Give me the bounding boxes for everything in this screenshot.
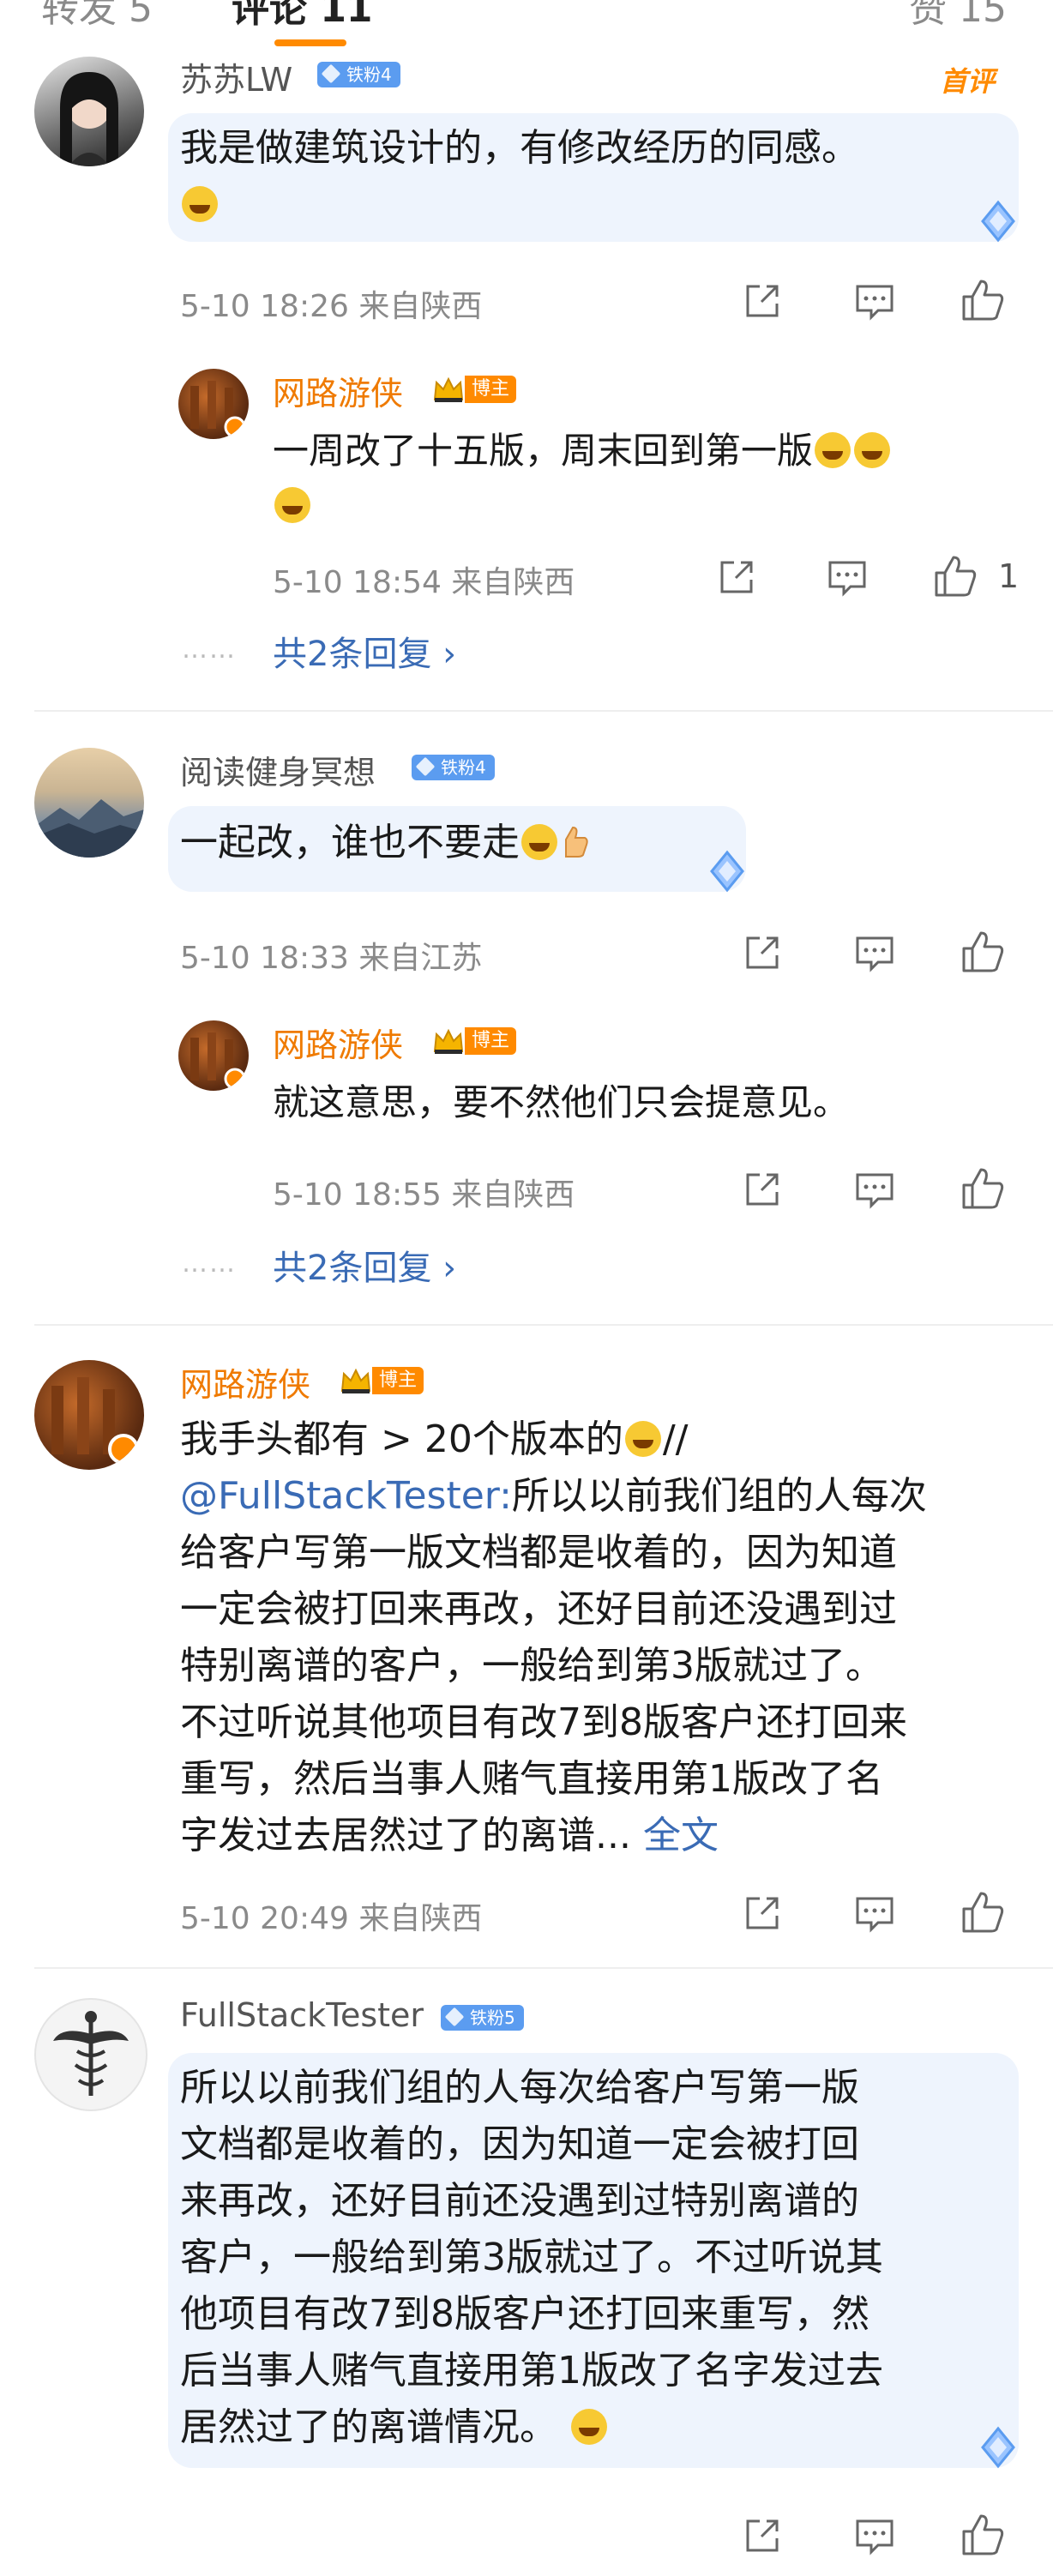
comment-meta: 5-10 18:33 来自江苏 [180,941,483,976]
avatar[interactable] [34,1360,144,1470]
thinking-emoji [571,2409,607,2445]
comment-icon[interactable] [852,1892,897,1935]
sparkle-icon [981,2426,1015,2469]
laugh-cry-emoji [854,432,891,468]
first-comment-tag: 首评 [940,65,996,98]
comment-icon[interactable] [852,931,897,974]
like-icon[interactable] [931,552,979,600]
fan-badge: 铁粉5 [441,2005,524,2031]
tab-repost[interactable]: 转发 5 [41,0,153,33]
thumbs-up-emoji [565,826,588,858]
comment-tabs: 转发 5 评论 11 赞 15 [0,0,1053,53]
comment-icon[interactable] [852,280,897,322]
reply-username[interactable]: 网路游侠 [273,1019,403,1066]
crown-icon [340,1368,371,1393]
comment-icon[interactable] [852,1168,897,1211]
divider [34,710,1053,712]
like-icon[interactable] [959,2511,1007,2559]
like-icon[interactable] [959,1165,1007,1213]
sparkle-icon [710,850,744,893]
comment-text: 所以以前我们组的人每次给客户写第一版 文档都是收着的，因为知道一定会被打回 来再… [180,2066,883,2449]
avatar-image [190,381,246,438]
comment-username[interactable]: FullStackTester [180,1996,424,2034]
like-icon[interactable] [959,276,1007,324]
fan-badge: 铁粉4 [317,62,400,87]
reply-text: 一周改了十五版，周末回到第一版 [273,424,1027,533]
comment-text: 我手头都有 > 20个版本的// @FullStackTester:所以以前我们… [180,1417,927,1857]
active-tab-indicator [274,39,346,46]
share-icon[interactable] [741,2514,784,2557]
avatar-image [53,2011,129,2096]
comment-meta: 5-10 20:49 来自陕西 [180,1901,483,1936]
like-count: 1 [998,557,1020,595]
view-replies-link[interactable]: 共2条回复 › [273,1240,456,1290]
comment-icon[interactable] [852,2514,897,2557]
share-icon[interactable] [741,1168,784,1211]
reply-divider-dots: …… [182,635,237,665]
reply-username[interactable]: 网路游侠 [273,367,403,414]
avatar[interactable] [178,1020,249,1091]
avatar[interactable] [34,57,144,166]
comment-text: 一起改，谁也不要走 [180,815,746,871]
comment-text: 我是做建筑设计的，有修改经历的同感。 [180,120,1003,233]
comment-meta: 5-10 18:26 来自陕西 [180,289,483,324]
divider [34,1324,1053,1326]
reply-divider-dots: …… [182,1249,237,1279]
tab-likes[interactable]: 赞 15 [909,0,1007,33]
divider [34,1967,1053,1969]
crown-icon [433,1028,464,1054]
laugh-cry-emoji [274,487,310,523]
avatar-image [60,72,118,166]
grin-emoji [521,824,557,860]
avatar[interactable] [34,748,144,858]
tab-comments[interactable]: 评论 11 [232,0,373,33]
reply-meta: 5-10 18:55 来自陕西 [273,1177,575,1213]
share-icon[interactable] [715,556,758,599]
laugh-cry-emoji [182,186,218,222]
avatar-image [34,799,144,858]
view-replies-link[interactable]: 共2条回复 › [273,626,456,676]
comment-username[interactable]: 苏苏LW [180,53,292,100]
share-icon[interactable] [741,931,784,974]
share-icon[interactable] [741,280,784,322]
fan-badge: 铁粉4 [412,755,495,780]
avatar-image [190,1032,246,1090]
comment-icon[interactable] [825,556,869,599]
sparkle-icon [981,200,1015,243]
comment-username[interactable]: 网路游侠 [180,1358,310,1405]
avatar-image [51,1377,139,1465]
crown-icon [433,376,464,402]
avatar[interactable] [34,1998,147,2111]
like-icon[interactable] [959,1888,1007,1936]
comment-username[interactable]: 阅读健身冥想 [180,746,376,793]
mention-link[interactable]: @FullStackTester: [180,1474,512,1518]
full-text-link[interactable]: 全文 [643,1814,719,1857]
reply-meta: 5-10 18:54 来自陕西 [273,565,575,600]
laugh-cry-emoji [624,1421,661,1457]
avatar[interactable] [178,369,249,439]
laugh-cry-emoji [815,432,851,468]
reply-text: 就这意思，要不然他们只会提意见。 [273,1081,850,1123]
share-icon[interactable] [741,1892,784,1935]
like-icon[interactable] [959,928,1007,976]
